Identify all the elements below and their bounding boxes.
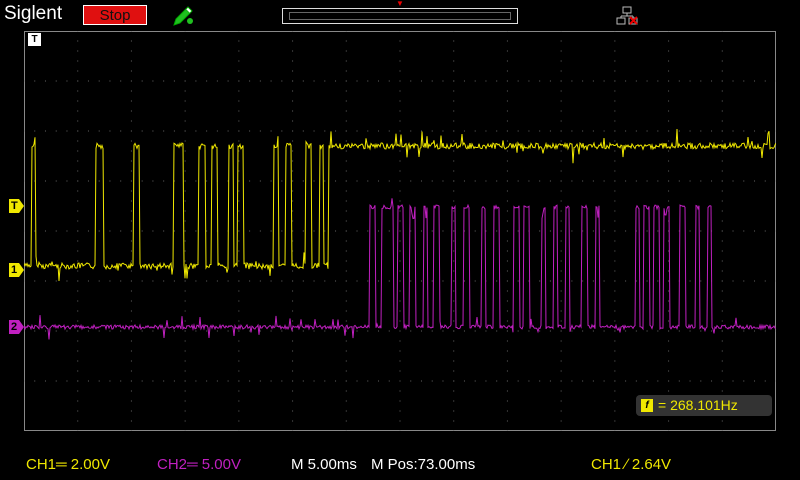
ch1-ground-marker[interactable]: 1: [9, 263, 24, 277]
bottom-status-bar: CH1═ 2.00V CH2═ 5.00V M 5.00ms M Pos:73.…: [0, 440, 800, 480]
top-status-bar: Siglent Stop ▼: [0, 0, 800, 30]
frequency-icon: f: [641, 399, 653, 412]
waveform-display[interactable]: [24, 31, 776, 431]
frequency-measurement: f = 268.101Hz: [636, 395, 772, 416]
network-disconnected-icon: [616, 6, 638, 25]
frequency-value: = 268.101Hz: [658, 397, 738, 413]
horizontal-position[interactable]: M Pos:73.00ms: [371, 456, 475, 473]
trigger-position-mark: ▼: [396, 0, 404, 8]
ch2-scale[interactable]: CH2═ 5.00V: [157, 456, 241, 473]
ch1-scale[interactable]: CH1═ 2.00V: [26, 456, 110, 473]
trigger-level-marker[interactable]: T: [9, 199, 24, 213]
timebase[interactable]: M 5.00ms: [291, 456, 357, 473]
run-stop-indicator[interactable]: Stop: [83, 5, 147, 25]
ch2-waveform: [24, 198, 776, 340]
trigger-position-marker: T: [28, 33, 41, 46]
graticule: [24, 31, 776, 431]
ch2-ground-marker[interactable]: 2: [9, 320, 24, 334]
brand-logo: Siglent: [4, 3, 63, 24]
trigger-setting[interactable]: CH1 ∕ 2.64V: [591, 456, 671, 473]
memory-depth-bar: [282, 8, 518, 24]
pen-probe-icon: [173, 6, 193, 26]
